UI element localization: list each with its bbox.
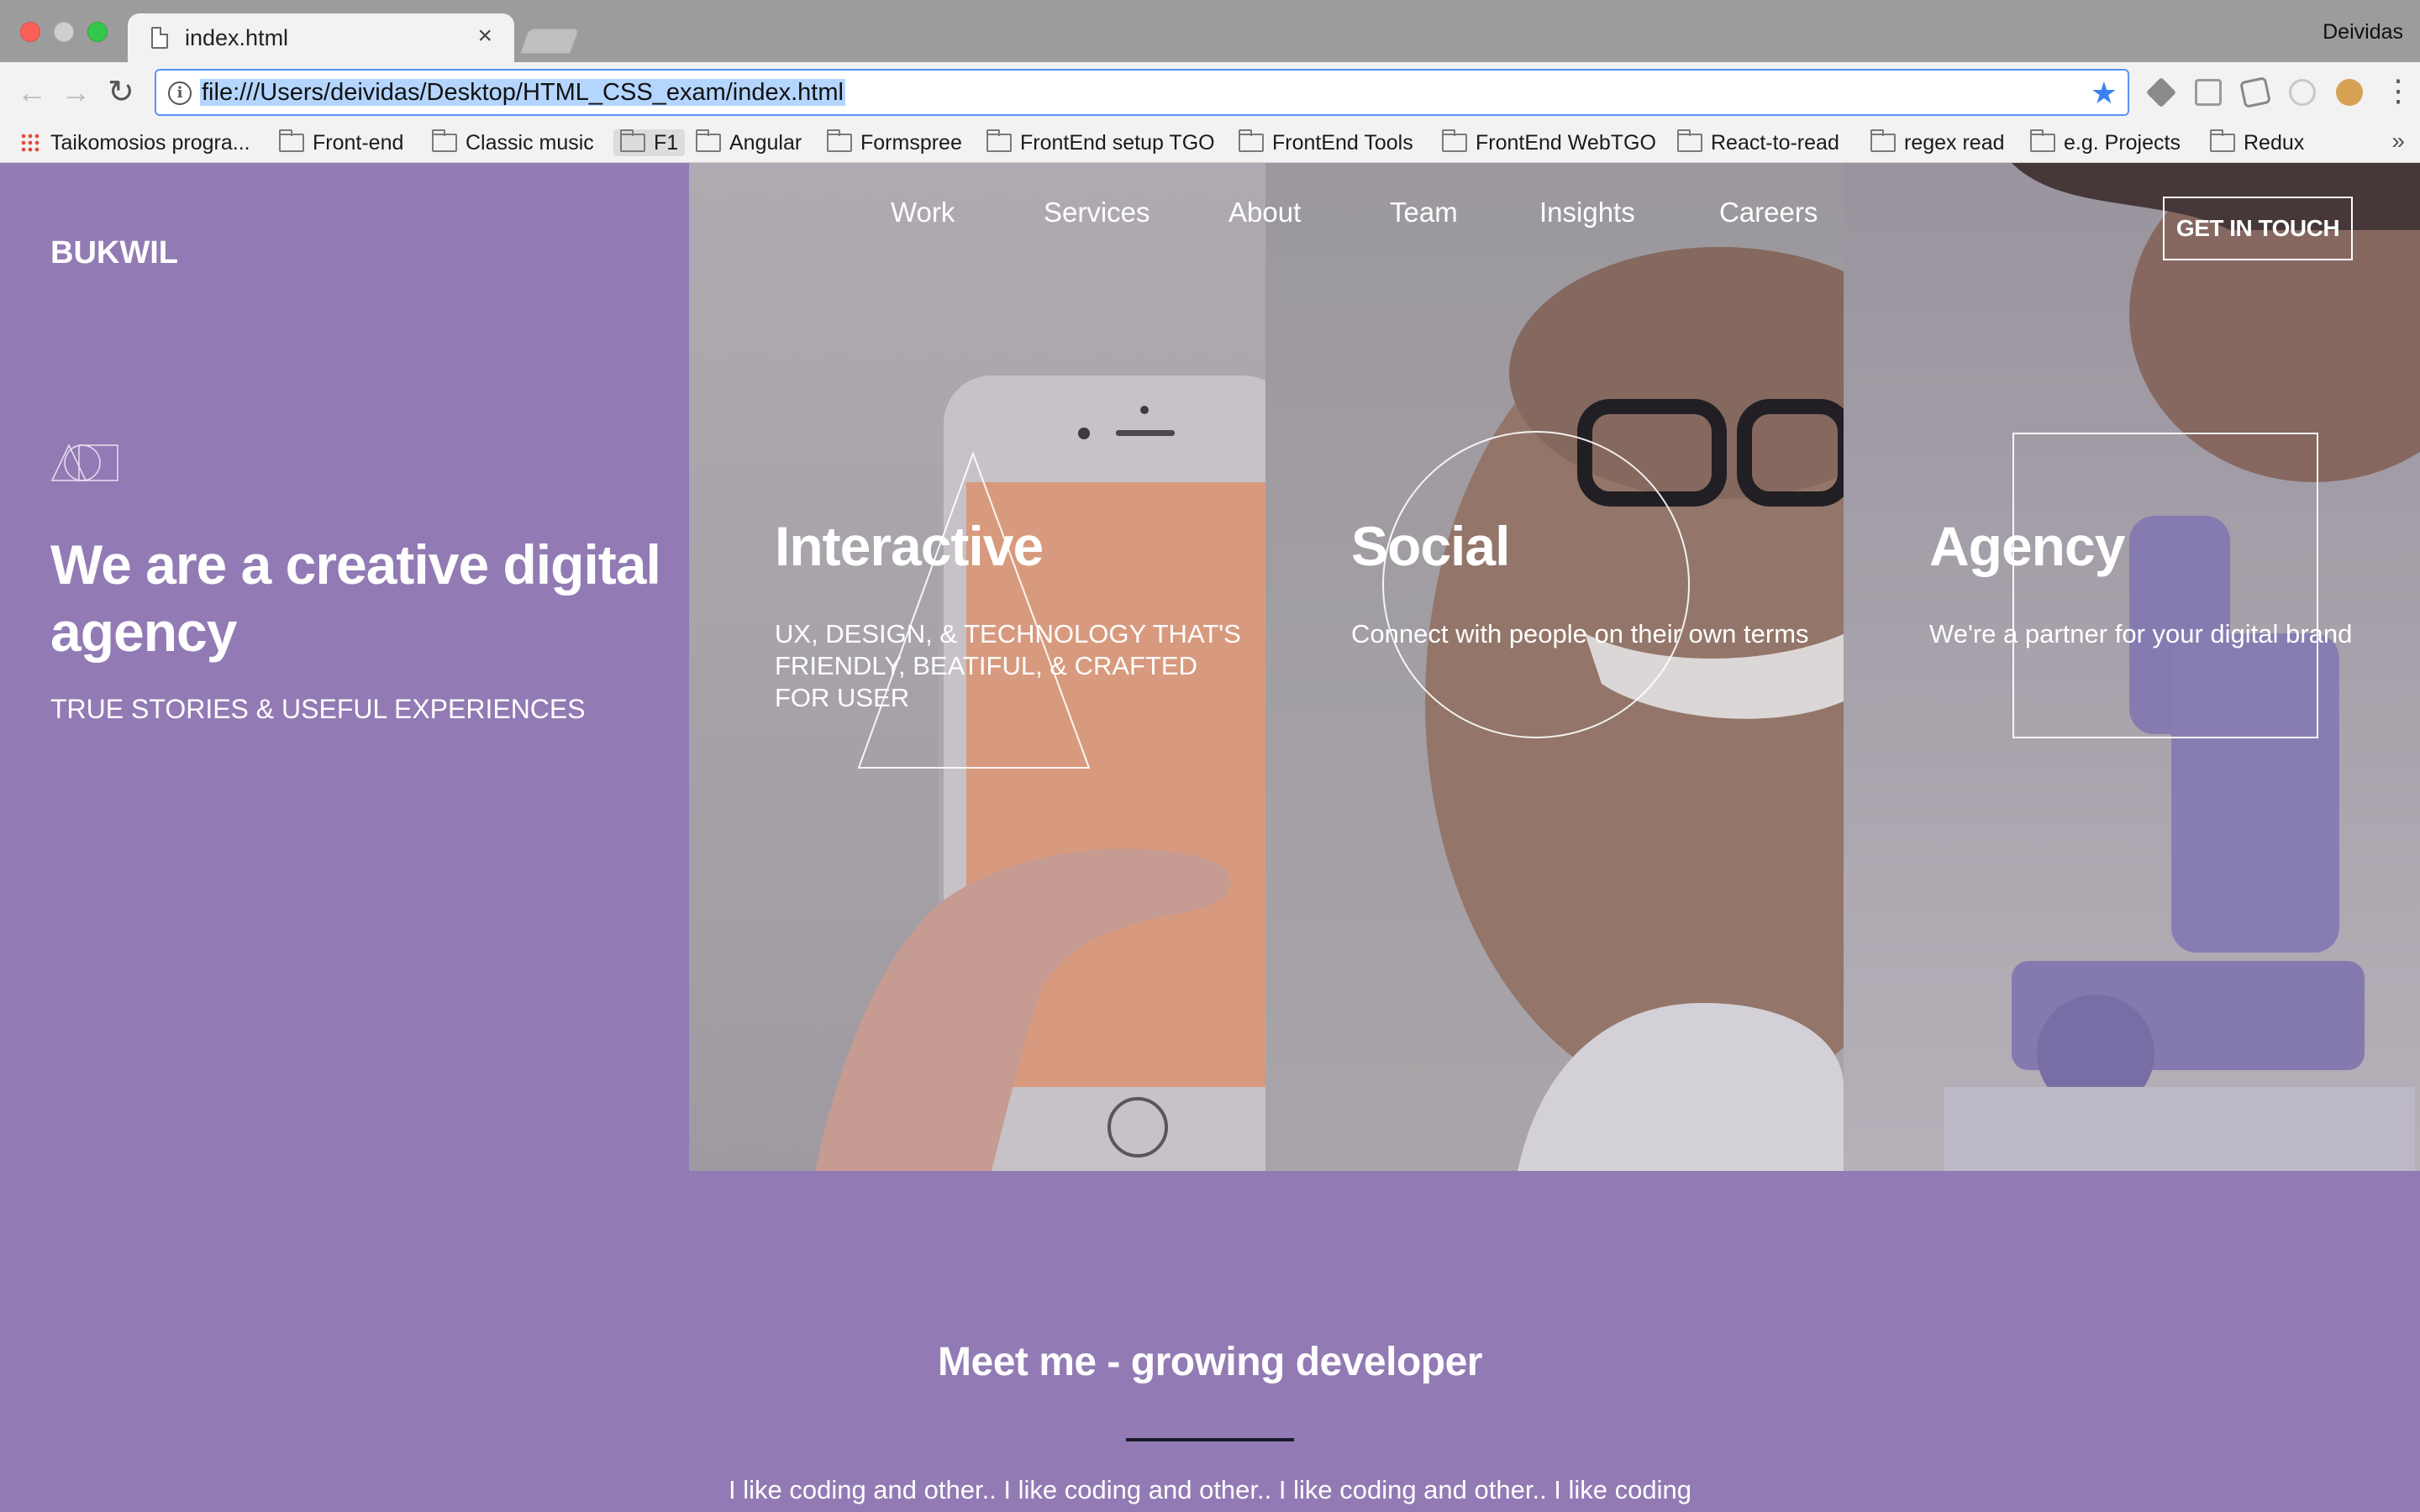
new-tab-button[interactable] [519,29,580,54]
square-outline-icon [2012,433,2318,738]
bookmarks-bar: Taikomosios progra... Front-end Classic … [0,124,2420,163]
close-window-button[interactable] [20,22,40,42]
bookmark-item[interactable]: FrontEnd Tools [1239,129,1413,156]
bookmark-label: Angular [729,131,802,155]
browser-menu-icon[interactable]: ⋮ [2383,74,2413,108]
bookmark-item[interactable]: regex read [1870,129,2005,156]
web-page: BUKWIL We are a creative digital agency … [0,163,2420,1512]
minimize-window-button[interactable] [54,22,74,42]
meet-text: I like coding and other.. I like coding … [728,1475,1692,1504]
extension-icon[interactable] [2145,76,2177,108]
nav-careers[interactable]: Careers [1719,197,1818,228]
folder-icon [2030,129,2055,152]
folder-icon [432,129,457,152]
extension-icon[interactable] [2239,76,2271,108]
bookmark-item[interactable]: FrontEnd WebTGO [1442,129,1656,156]
back-button[interactable]: ← [17,76,47,109]
more-bookmarks-icon[interactable]: » [2391,128,2405,155]
bookmark-item[interactable]: FrontEnd setup TGO [986,129,1215,156]
hero-subtitle: TRUE STORIES & USEFUL EXPERIENCES [50,694,586,724]
tab-title: index.html [185,25,289,50]
bookmark-label: Front-end [313,131,404,155]
bookmark-item[interactable]: Formspree [827,129,962,156]
bookmark-item[interactable]: Angular [696,129,802,156]
folder-icon [1239,129,1264,152]
get-in-touch-button[interactable]: GET IN TOUCH [2163,197,2353,260]
bookmark-label: Redux [2244,131,2305,155]
profile-name[interactable]: Deividas [2323,20,2403,45]
meet-title: Meet me - growing developer [938,1340,1482,1384]
divider [1126,1438,1294,1441]
bookmark-item[interactable]: Redux [2210,129,2304,156]
bookmark-label: F1 [654,131,679,155]
browser-tab[interactable]: index.html × [128,13,514,62]
bookmark-item[interactable]: Classic music [432,129,594,156]
bookmark-label: FrontEnd WebTGO [1476,131,1656,155]
folder-icon [986,129,1012,152]
info-icon[interactable]: i [168,81,192,105]
folder-icon [1870,129,1896,152]
zoom-window-button[interactable] [87,22,108,42]
shapes-logo-icon [50,444,118,481]
address-bar[interactable]: i file:///Users/deividas/Desktop/HTML_CS… [155,69,2129,116]
folder-icon [1677,129,1702,152]
panel-social[interactable]: Social Connect with people on their own … [1265,163,1844,1171]
nav-services[interactable]: Services [1044,197,1150,228]
nav-team[interactable]: Team [1390,197,1458,228]
cookie-extension-icon[interactable] [2336,79,2363,106]
services-panels: Interactive UX, DESIGN, & TECHNOLOGY THA… [689,163,2420,1171]
nav-work[interactable]: Work [891,197,955,228]
bookmark-item[interactable]: F1 [613,129,686,156]
panel-text: We're a partner for your digital brand [1929,619,2353,648]
bookmark-label: FrontEnd setup TGO [1020,131,1215,155]
bookmark-label: FrontEnd Tools [1272,131,1413,155]
bookmark-label: React-to-read [1711,131,1839,155]
panel-title: Interactive [775,515,1044,577]
reload-button[interactable]: ↻ [108,76,134,109]
apps-icon [20,133,40,153]
bookmark-label: Formspree [860,131,962,155]
panel-title: Agency [1929,515,2125,577]
bookmark-item[interactable]: Front-end [279,129,403,156]
panel-title: Social [1351,515,1510,577]
folder-icon [279,129,304,152]
url-text[interactable]: file:///Users/deividas/Desktop/HTML_CSS_… [200,79,845,106]
site-logo[interactable]: BUKWIL [50,235,178,271]
bookmark-item[interactable]: Taikomosios progra... [20,129,250,156]
browser-toolbar: ← → ↻ i file:///Users/deividas/Desktop/H… [0,62,2420,124]
nav-about[interactable]: About [1228,197,1301,228]
panel-agency[interactable]: Agency We're a partner for your digital … [1844,163,2420,1171]
close-tab-icon[interactable]: × [477,22,492,50]
bookmark-label: regex read [1904,131,2005,155]
folder-icon [1442,129,1467,152]
folder-icon [696,129,721,152]
nav-insights[interactable]: Insights [1539,197,1635,228]
extension-icon[interactable] [2289,79,2316,106]
bookmark-label: Classic music [466,131,594,155]
bookmark-item[interactable]: e.g. Projects [2030,129,2181,156]
bookmark-item[interactable]: React-to-read [1677,129,1839,156]
panel-text: UX, DESIGN, & TECHNOLOGY THAT'S FRIENDLY… [775,619,1241,712]
bookmark-star-icon[interactable]: ★ [2091,76,2118,111]
title-bar: index.html × Deividas [0,0,2420,62]
panel-text: Connect with people on their own terms [1351,619,1809,648]
folder-icon [620,129,645,152]
panel-interactive[interactable]: Interactive UX, DESIGN, & TECHNOLOGY THA… [689,163,1265,1171]
bookmark-label: e.g. Projects [2064,131,2181,155]
document-icon [151,27,168,49]
hero-title: We are a creative digital agency [50,533,661,663]
extension-icon[interactable] [2195,79,2222,106]
forward-button[interactable]: → [60,76,91,109]
folder-icon [827,129,852,152]
circle-outline-icon [1382,431,1690,738]
folder-icon [2210,129,2235,152]
bookmark-label: Taikomosios progra... [50,131,250,155]
